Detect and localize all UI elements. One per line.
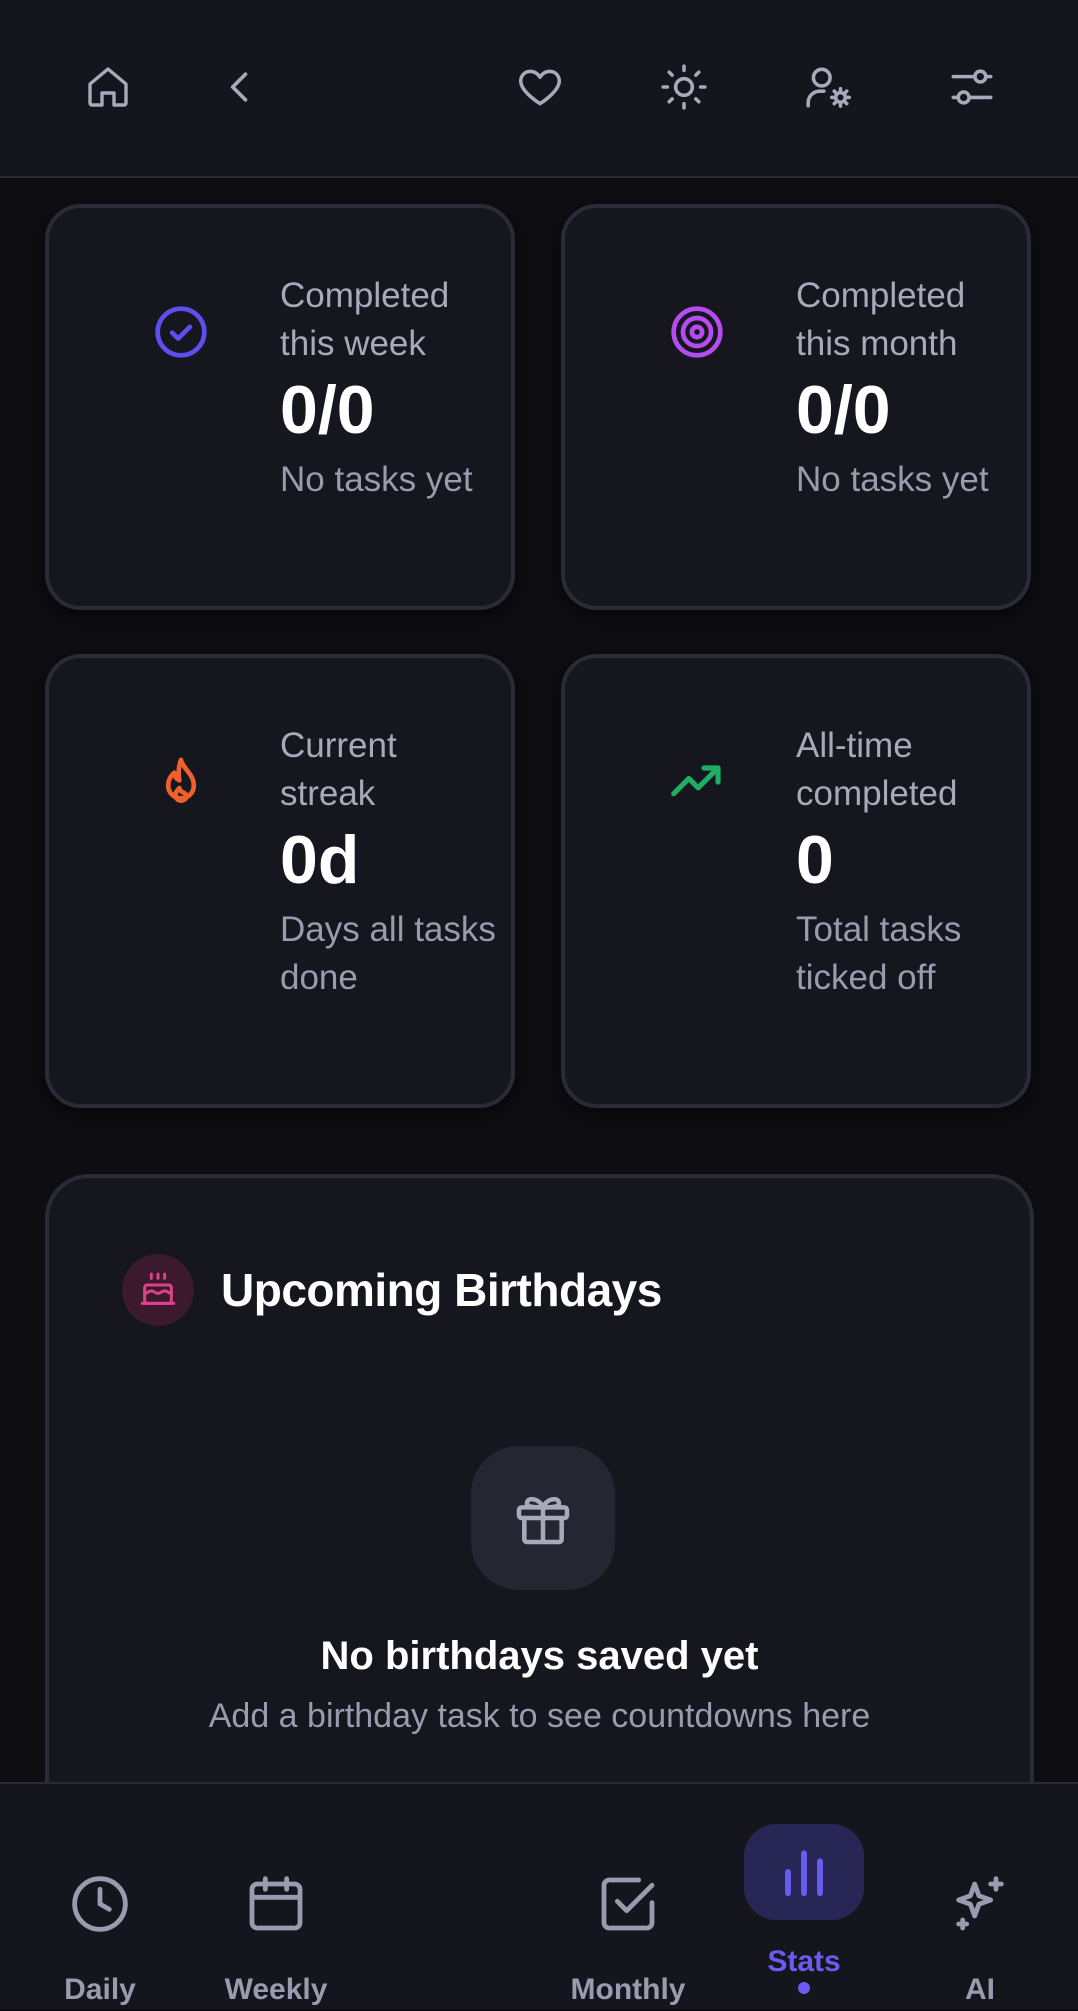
stat-title: All-time completed bbox=[796, 726, 958, 813]
heart-icon bbox=[519, 69, 561, 106]
birthdays-panel: Upcoming Birthdays No birthdays saved ye… bbox=[45, 1174, 1034, 1794]
filters-button[interactable] bbox=[944, 59, 1000, 115]
tab-stats[interactable]: Stats bbox=[724, 1784, 884, 2011]
stat-subtitle: No tasks yet bbox=[796, 460, 989, 499]
empty-state-title: No birthdays saved yet bbox=[320, 1634, 759, 1678]
cake-icon bbox=[122, 1254, 194, 1326]
checkbox-icon bbox=[596, 1872, 660, 1936]
flame-icon bbox=[153, 754, 209, 810]
stat-value: 0/0 bbox=[280, 372, 375, 448]
tab-label: Stats bbox=[767, 1945, 841, 1978]
stat-value: 0d bbox=[280, 822, 360, 898]
stat-subtitle: Total tasks ticked off bbox=[796, 910, 962, 997]
home-icon bbox=[88, 67, 128, 107]
account-settings-button[interactable] bbox=[800, 59, 856, 115]
tab-label: Weekly bbox=[224, 1973, 328, 2006]
tab-weekly[interactable]: Weekly bbox=[196, 1784, 356, 2011]
birthdays-title: Upcoming Birthdays bbox=[221, 1264, 662, 1316]
empty-state-subtitle: Add a birthday task to see countdowns he… bbox=[208, 1697, 871, 1735]
back-button[interactable] bbox=[212, 59, 268, 115]
tab-ai[interactable]: AI bbox=[900, 1784, 1060, 2011]
target-icon bbox=[669, 304, 725, 360]
stat-card-streak: Current streak 0d Days all tasks done bbox=[45, 654, 515, 1108]
home-button[interactable] bbox=[80, 59, 136, 115]
sun-icon bbox=[661, 64, 707, 110]
tab-daily[interactable]: Daily bbox=[20, 1784, 180, 2011]
stat-subtitle: Days all tasks done bbox=[280, 910, 496, 997]
clock-icon bbox=[68, 1872, 132, 1936]
trending-up-icon bbox=[669, 754, 725, 810]
sparkles-icon bbox=[948, 1872, 1012, 1936]
stat-title: Completed this month bbox=[796, 276, 966, 363]
stat-value: 0 bbox=[796, 822, 834, 898]
tab-label: AI bbox=[965, 1973, 995, 2006]
stat-value: 0/0 bbox=[796, 372, 891, 448]
tab-label: Monthly bbox=[570, 1973, 686, 2006]
active-tab-indicator bbox=[798, 1982, 810, 1994]
sliders-icon bbox=[951, 69, 993, 105]
check-circle-icon bbox=[153, 304, 209, 360]
theme-toggle-button[interactable] bbox=[656, 59, 712, 115]
bottom-navigation: Daily Weekly Monthly Stats AI bbox=[0, 1782, 1078, 2009]
favorites-button[interactable] bbox=[512, 59, 568, 115]
stat-title: Completed this week bbox=[280, 276, 450, 363]
stat-card-week: Completed this week 0/0 No tasks yet bbox=[45, 204, 515, 610]
user-settings-icon bbox=[806, 67, 852, 108]
calendar-icon bbox=[244, 1872, 308, 1936]
gift-icon bbox=[471, 1446, 615, 1590]
top-bar bbox=[0, 0, 1078, 178]
stat-card-alltime: All-time completed 0 Total tasks ticked … bbox=[561, 654, 1031, 1108]
back-chevron-icon bbox=[230, 72, 248, 102]
stat-card-month: Completed this month 0/0 No tasks yet bbox=[561, 204, 1031, 610]
stat-title: Current streak bbox=[280, 726, 397, 813]
stat-subtitle: No tasks yet bbox=[280, 460, 473, 499]
bar-chart-icon bbox=[772, 1840, 836, 1904]
tab-monthly[interactable]: Monthly bbox=[548, 1784, 708, 2011]
tab-label: Daily bbox=[64, 1973, 136, 2006]
